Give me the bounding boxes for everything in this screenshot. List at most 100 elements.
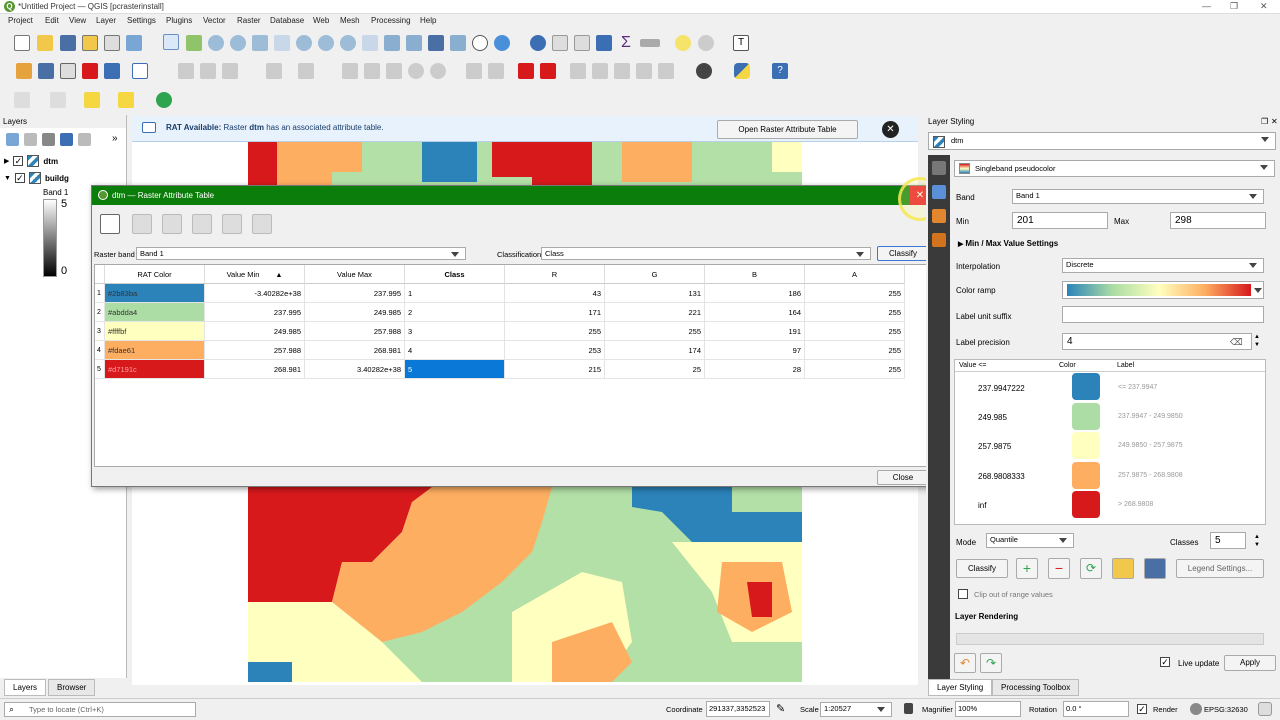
- classification-select[interactable]: Class: [541, 247, 871, 260]
- filter-legend-icon[interactable]: [60, 133, 73, 146]
- cell-g[interactable]: 131: [605, 284, 705, 303]
- cell-value-min[interactable]: 249.985: [205, 322, 305, 341]
- zoom-native-icon[interactable]: [318, 35, 334, 51]
- interpolation-select[interactable]: Discrete: [1062, 258, 1264, 273]
- share-icon[interactable]: [156, 92, 172, 108]
- refresh-icon[interactable]: [494, 35, 510, 51]
- row-number[interactable]: 2: [95, 303, 105, 322]
- classify-button[interactable]: Classify: [956, 559, 1008, 578]
- cell-value-max[interactable]: 237.995: [305, 284, 405, 303]
- cell-rat-color[interactable]: #2b83ba: [105, 284, 205, 303]
- cell-value-min[interactable]: 237.995: [205, 303, 305, 322]
- band-select[interactable]: Band 1: [1012, 189, 1264, 204]
- measure-icon[interactable]: [640, 39, 660, 47]
- cell-a[interactable]: 255: [805, 303, 905, 322]
- show-bookmarks-icon[interactable]: [450, 35, 466, 51]
- statistics-sigma-icon[interactable]: Σ: [618, 35, 634, 51]
- cell-r[interactable]: 253: [505, 341, 605, 360]
- open-table-icon[interactable]: [50, 92, 66, 108]
- cell-rat-color[interactable]: #d7191c: [105, 360, 205, 379]
- class-color-swatch[interactable]: [1072, 432, 1100, 459]
- precision-spinner-icon[interactable]: ▲ ▼: [1254, 333, 1260, 349]
- undo-icon[interactable]: [408, 63, 424, 79]
- mode-select[interactable]: Quantile: [986, 533, 1074, 548]
- col-header-r[interactable]: R: [505, 265, 605, 284]
- save-edits-icon[interactable]: [222, 63, 238, 79]
- class-value[interactable]: 257.9875: [978, 442, 1011, 451]
- magnifier-input[interactable]: 100%: [955, 701, 1021, 717]
- live-update-checkbox[interactable]: ✓: [1160, 657, 1170, 667]
- attribute-table-icon[interactable]: [552, 35, 568, 51]
- cell-class[interactable]: 5: [405, 360, 505, 379]
- class-color-swatch[interactable]: [1072, 491, 1100, 518]
- dismiss-message-icon[interactable]: ✕: [882, 121, 899, 138]
- reverse-order-icon[interactable]: ⟳: [1080, 558, 1102, 579]
- class-label[interactable]: > 268.9808: [1118, 501, 1153, 508]
- cell-g[interactable]: 221: [605, 303, 705, 322]
- class-label[interactable]: 249.9850 - 257.9875: [1118, 442, 1183, 449]
- cell-a[interactable]: 255: [805, 322, 905, 341]
- class-label[interactable]: 237.9947 - 249.9850: [1118, 413, 1183, 420]
- new-print-layout-icon[interactable]: [82, 35, 98, 51]
- cell-value-max[interactable]: 257.988: [305, 322, 405, 341]
- field-calculator-icon[interactable]: [574, 35, 590, 51]
- cell-value-max[interactable]: 268.981: [305, 341, 405, 360]
- transparency-tab-icon[interactable]: [932, 185, 946, 199]
- save-rat-icon[interactable]: [252, 214, 272, 234]
- classes-count-input[interactable]: 5: [1210, 532, 1246, 549]
- open-layer-styling-icon[interactable]: [6, 133, 19, 146]
- change-label-icon[interactable]: [636, 63, 652, 79]
- cut-features-icon[interactable]: [342, 63, 358, 79]
- layer-item-dtm[interactable]: ▶ ✓ dtm: [4, 154, 58, 168]
- menu-web[interactable]: Web: [313, 16, 329, 25]
- layer-visibility-checkbox[interactable]: ✓: [14, 173, 25, 183]
- add-virtual-layer-icon[interactable]: [132, 63, 148, 79]
- panel-close-icon[interactable]: ✕: [1271, 117, 1278, 126]
- col-header-value-min[interactable]: Value Min ▲: [205, 265, 305, 284]
- redo-icon[interactable]: [430, 63, 446, 79]
- add-group-icon[interactable]: [24, 133, 37, 146]
- cell-a[interactable]: 255: [805, 360, 905, 379]
- add-raster-layer-icon[interactable]: [82, 63, 98, 79]
- row-number[interactable]: 3: [95, 322, 105, 341]
- rendering-tab-icon[interactable]: [932, 233, 946, 247]
- close-window-icon[interactable]: ✕: [1260, 1, 1268, 12]
- save-project-icon[interactable]: [60, 35, 76, 51]
- export-colormap-icon[interactable]: [1144, 558, 1166, 579]
- cell-r[interactable]: 215: [505, 360, 605, 379]
- undo-style-icon[interactable]: ↶: [954, 653, 976, 673]
- menu-layer[interactable]: Layer: [96, 16, 116, 25]
- open-project-icon[interactable]: [37, 35, 53, 51]
- label-precision-input[interactable]: 4: [1062, 333, 1252, 350]
- class-color-swatch[interactable]: [1072, 462, 1100, 489]
- color-ramp-select[interactable]: [1062, 281, 1264, 299]
- deselect-features-icon[interactable]: [118, 92, 134, 108]
- cell-class[interactable]: 2: [405, 303, 505, 322]
- help-contents-icon[interactable]: ?: [772, 63, 788, 79]
- histogram-tab-icon[interactable]: [932, 209, 946, 223]
- crs-label[interactable]: EPSG:32630: [1204, 705, 1248, 714]
- cell-value-min[interactable]: -3.40282e+38: [205, 284, 305, 303]
- menu-database[interactable]: Database: [270, 16, 304, 25]
- cell-g[interactable]: 255: [605, 322, 705, 341]
- redo-style-icon[interactable]: ↷: [980, 653, 1002, 673]
- messages-icon[interactable]: [1258, 702, 1272, 716]
- toggle-extents-icon[interactable]: ✎: [776, 702, 785, 715]
- remove-column-icon[interactable]: [192, 214, 212, 234]
- pin-labels-icon[interactable]: [488, 63, 504, 79]
- style-manager-icon[interactable]: [126, 35, 142, 51]
- add-row-icon[interactable]: [162, 214, 182, 234]
- cell-b[interactable]: 186: [705, 284, 805, 303]
- identify-icon[interactable]: [530, 35, 546, 51]
- menu-project[interactable]: Project: [8, 16, 33, 25]
- renderer-select[interactable]: Singleband pseudocolor: [954, 160, 1275, 177]
- classes-spinner-icon[interactable]: ▲ ▼: [1254, 533, 1260, 549]
- expand-icon[interactable]: ▶: [4, 157, 9, 165]
- current-edits-icon[interactable]: [178, 63, 194, 79]
- cell-value-min[interactable]: 257.988: [205, 341, 305, 360]
- digitize-icon[interactable]: [14, 92, 30, 108]
- maximize-icon[interactable]: ❐: [1230, 1, 1238, 12]
- class-label[interactable]: <= 237.9947: [1118, 384, 1157, 391]
- zoom-selection-icon[interactable]: [274, 35, 290, 51]
- show-hide-labels-icon[interactable]: [570, 63, 586, 79]
